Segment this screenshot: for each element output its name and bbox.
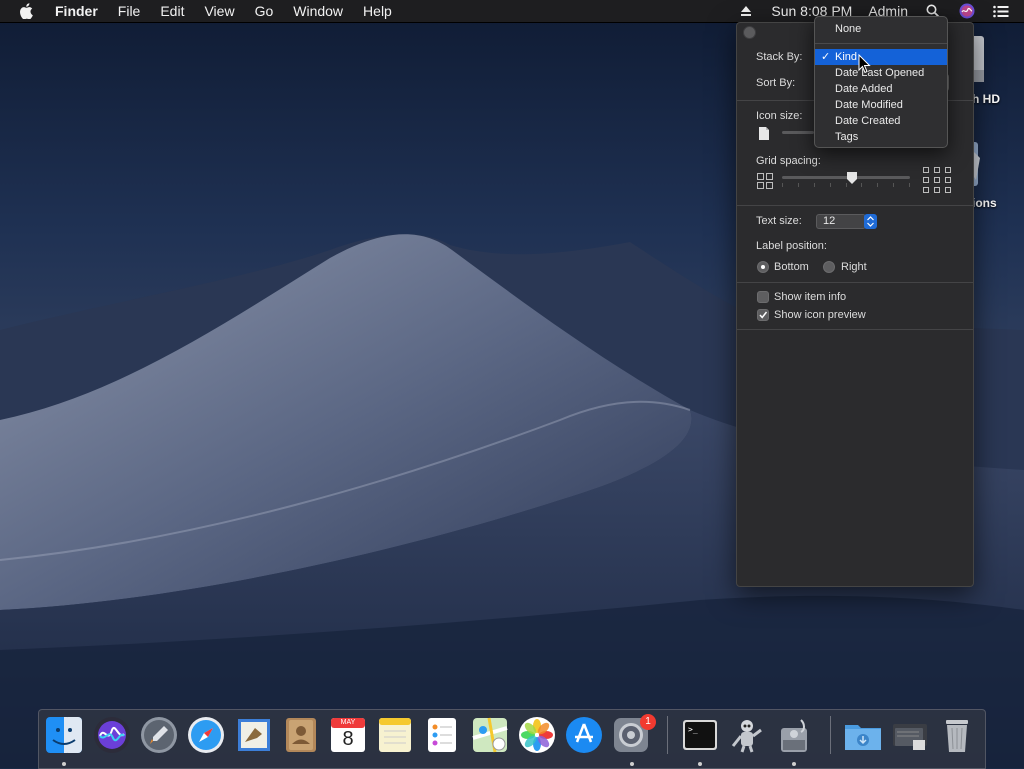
menu-view[interactable]: View [194, 0, 244, 22]
menu-window[interactable]: Window [283, 0, 353, 22]
terminal-running-indicator [698, 762, 702, 766]
bottom-radio-label: Bottom [774, 261, 809, 273]
divider [737, 205, 973, 206]
show-icon-preview-checkbox[interactable] [757, 309, 769, 321]
downloads-folder-icon[interactable] [844, 716, 884, 756]
icon-size-label: Icon size: [756, 110, 803, 122]
calendar-month: MAY [340, 719, 356, 726]
applications-label: ions [972, 196, 997, 210]
disk-utility-icon[interactable] [775, 716, 815, 756]
launchpad-icon[interactable] [140, 716, 180, 756]
divider [737, 329, 973, 330]
menu-file[interactable]: File [108, 0, 151, 22]
text-size-field[interactable]: 12 [816, 214, 866, 229]
grid-spacing-ticks [782, 183, 910, 187]
notes-icon[interactable] [376, 716, 416, 756]
menu-help[interactable]: Help [353, 0, 402, 22]
reminders-icon[interactable] [423, 716, 463, 756]
grid-spacing-slider[interactable] [782, 176, 910, 179]
text-size-stepper[interactable] [864, 214, 877, 229]
dropdown-item-date-added[interactable]: Date Added [815, 81, 947, 97]
show-item-info-checkbox[interactable] [757, 291, 769, 303]
calendar-day: 8 [342, 728, 354, 750]
finder-running-indicator [62, 762, 66, 766]
right-radio-label: Right [841, 261, 867, 273]
grid-spacing-knob[interactable] [847, 172, 858, 184]
maps-icon[interactable] [471, 716, 511, 756]
photos-icon[interactable] [518, 716, 558, 756]
bottom-radio[interactable] [757, 261, 769, 273]
stack-by-dropdown: None ✓ Kind Date Last Opened Date Added … [814, 16, 948, 148]
small-grid-icon [757, 173, 773, 192]
siri-icon[interactable] [958, 2, 976, 20]
dropdown-item-date-created[interactable]: Date Created [815, 113, 947, 129]
dropdown-item-date-last-opened[interactable]: Date Last Opened [815, 65, 947, 81]
menu-go[interactable]: Go [245, 0, 284, 22]
safari-icon[interactable] [187, 716, 227, 756]
checkmark-icon: ✓ [821, 51, 831, 63]
finder-icon[interactable] [45, 716, 85, 756]
dropdown-item-date-modified[interactable]: Date Modified [815, 97, 947, 113]
siri-icon[interactable] [93, 716, 133, 756]
app-store-icon[interactable] [565, 716, 605, 756]
hard-drive-label: h HD [972, 92, 1000, 106]
terminal-icon[interactable]: >_ [681, 716, 721, 756]
text-size-label: Text size: [756, 215, 802, 227]
trash-icon[interactable] [938, 716, 978, 756]
stack-by-label: Stack By: [756, 51, 803, 63]
large-grid-icon [923, 167, 951, 196]
dock-divider [830, 716, 831, 754]
svg-text:>_: >_ [688, 725, 698, 734]
close-button[interactable] [743, 26, 756, 39]
eject-icon[interactable] [737, 2, 755, 20]
apple-menu-icon[interactable] [19, 2, 37, 20]
mail-icon[interactable] [235, 716, 275, 756]
sort-by-label: Sort By: [756, 77, 796, 89]
dock-divider [667, 716, 668, 754]
right-radio[interactable] [823, 261, 835, 273]
grid-spacing-label: Grid spacing: [756, 155, 821, 167]
icon-size-slider[interactable] [782, 131, 814, 134]
notification-center-icon[interactable] [992, 2, 1010, 20]
label-position-label: Label position: [756, 240, 827, 252]
calendar-icon[interactable]: MAY 8 [329, 716, 369, 756]
disk-utility-running-indicator [792, 762, 796, 766]
system-preferences-running-indicator [630, 762, 634, 766]
dropdown-item-tags[interactable]: Tags [815, 129, 947, 145]
automator-icon[interactable] [728, 716, 768, 756]
small-document-icon [759, 127, 769, 143]
menu-finder[interactable]: Finder [51, 0, 108, 22]
dropdown-item-kind[interactable]: ✓ Kind [815, 49, 947, 65]
documents-stack-icon[interactable] [891, 716, 931, 756]
mouse-pointer-icon [858, 53, 872, 74]
divider [737, 282, 973, 283]
contacts-icon[interactable] [282, 716, 322, 756]
dropdown-divider [815, 43, 947, 44]
show-icon-preview-label: Show icon preview [774, 309, 866, 321]
dropdown-item-kind-label: Kind [835, 51, 858, 63]
menu-edit[interactable]: Edit [150, 0, 194, 22]
dropdown-item-none[interactable]: None [815, 21, 947, 37]
show-item-info-label: Show item info [774, 291, 847, 303]
system-preferences-badge: 1 [640, 714, 656, 730]
